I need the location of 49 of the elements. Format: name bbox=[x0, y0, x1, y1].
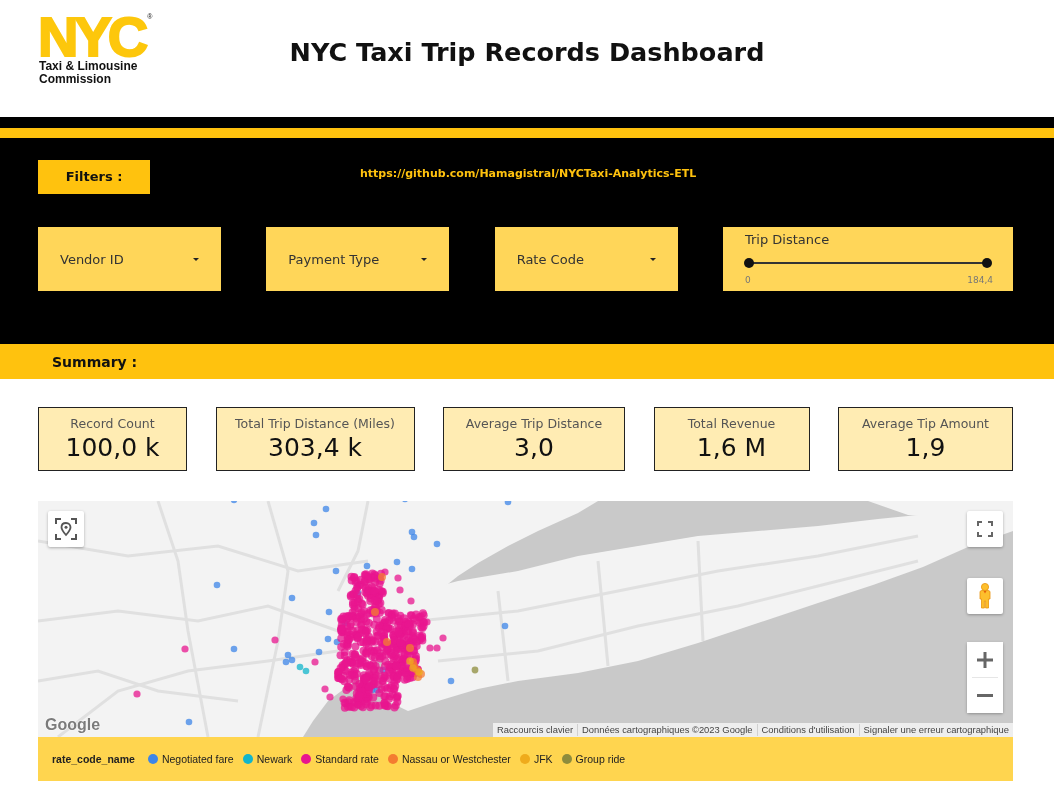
attribution-link[interactable]: Signaler une erreur cartographique bbox=[858, 724, 1013, 736]
kpi-label: Record Count bbox=[70, 416, 155, 432]
map-provider-logo: Google bbox=[45, 716, 101, 734]
attribution-link[interactable]: Raccourcis clavier bbox=[492, 724, 577, 736]
kpi-value: 100,0 k bbox=[65, 432, 160, 463]
legend-label: Standard rate bbox=[315, 752, 379, 766]
slider-handle[interactable] bbox=[744, 258, 754, 268]
kpi-value: 3,0 bbox=[514, 432, 554, 463]
locate-button[interactable] bbox=[48, 511, 84, 547]
legend-label: Nassau or Westchester bbox=[401, 752, 511, 766]
legend-title: rate_code_name bbox=[52, 752, 135, 766]
kpi-value: 303,4 k bbox=[268, 432, 362, 463]
attribution-link[interactable]: Conditions d'utilisation bbox=[756, 724, 859, 736]
caret-icon bbox=[421, 257, 428, 261]
logo-text: Taxi & Limousine bbox=[39, 60, 138, 73]
slider-handle[interactable] bbox=[982, 258, 992, 268]
kpi-label: Total Revenue bbox=[687, 416, 776, 432]
legend-label: Group ride bbox=[575, 752, 626, 766]
fullscreen-button[interactable] bbox=[967, 511, 1003, 547]
filter-dropdown[interactable]: Payment Type bbox=[266, 227, 450, 291]
attribution-link[interactable]: Données cartographiques ©2023 Google bbox=[577, 724, 757, 736]
location-pin-icon bbox=[55, 518, 77, 540]
dashboard-title: NYC Taxi Trip Records Dashboard bbox=[289, 37, 765, 68]
caret-icon bbox=[649, 257, 656, 261]
kpi-label: Total Trip Distance (Miles) bbox=[235, 416, 395, 432]
filters-label: Filters : bbox=[38, 160, 150, 194]
filter-dropdown[interactable]: Vendor ID bbox=[38, 227, 221, 291]
summary-label: Summary : bbox=[52, 352, 138, 371]
repo-link[interactable]: https://github.com/Hamagistral/NYCTaxi-Analytics-ETL bbox=[360, 167, 697, 181]
person-icon bbox=[978, 583, 992, 609]
kpi-value: 1,6 M bbox=[696, 432, 767, 463]
logo-mark: NYC bbox=[38, 13, 145, 60]
slider-max-label: 184,4 bbox=[967, 275, 993, 286]
zoom-out-button[interactable] bbox=[967, 678, 1003, 713]
legend-label: JFK bbox=[533, 752, 553, 766]
logo-text: Commission bbox=[39, 73, 111, 86]
plus-icon bbox=[977, 651, 993, 668]
legend-label: Newark bbox=[256, 752, 293, 766]
slider-min-label: 0 bbox=[745, 275, 751, 286]
kpi-label: Average Trip Distance bbox=[465, 416, 603, 432]
caret-icon bbox=[193, 257, 199, 261]
zoom-in-button[interactable] bbox=[967, 642, 1003, 677]
legend-label: Negotiated fare bbox=[161, 752, 234, 766]
slider-label: Trip Distance bbox=[745, 232, 831, 248]
kpi-value: 1,9 bbox=[905, 432, 946, 463]
filter-dropdown[interactable]: Rate Code bbox=[494, 227, 678, 291]
kpi-label: Average Tip Amount bbox=[861, 416, 990, 432]
minus-icon bbox=[977, 694, 993, 697]
fullscreen-icon bbox=[977, 521, 993, 537]
